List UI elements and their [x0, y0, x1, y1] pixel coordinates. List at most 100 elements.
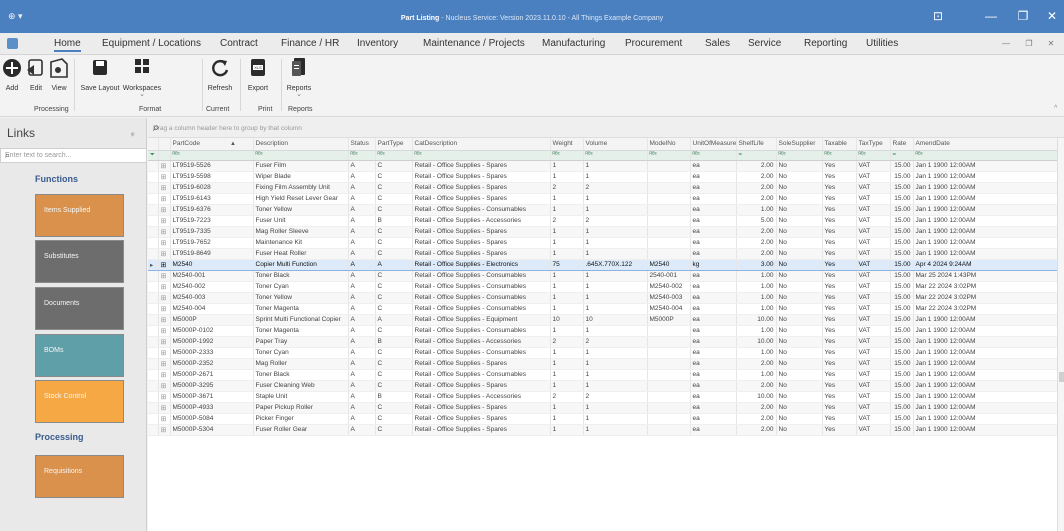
- expand-row-icon[interactable]: ⊞: [158, 413, 171, 425]
- table-row[interactable]: ⊞ M5000P-3295 Fuser Cleaning Web A C Retail -…: [148, 380, 1058, 392]
- table-row[interactable]: ▸ ⊞ M2540 Copier Multi Function A A Retail - O…: [148, 258, 1058, 271]
- menu-inventory[interactable]: Inventory: [357, 38, 398, 49]
- table-row[interactable]: ⊞ LT9519-7335 Mag Roller Sleeve A C Retail - …: [148, 226, 1058, 238]
- table-row[interactable]: ⊞ M5000P-1992 Paper Tray A B Retail - Office …: [148, 336, 1058, 348]
- expand-row-icon[interactable]: ⊞: [158, 281, 171, 293]
- column-header-amenddate[interactable]: AmendDate: [913, 138, 1058, 151]
- column-header-taxtype[interactable]: TaxType: [856, 138, 891, 151]
- menu-procurement[interactable]: Procurement: [625, 38, 682, 49]
- filter-cell-description[interactable]: ᴿᴮᶜ: [253, 150, 349, 161]
- filter-cell-partcode[interactable]: ᴿᴮᶜ: [170, 150, 254, 161]
- expand-row-icon[interactable]: ⊞: [158, 160, 171, 172]
- table-row[interactable]: ⊞ M5000P-5084 Picker Finger A C Retail - Offi…: [148, 413, 1058, 425]
- expand-row-icon[interactable]: ⊞: [158, 215, 171, 227]
- filter-cell-rate[interactable]: =: [890, 150, 914, 161]
- tile-documents[interactable]: Documents: [35, 287, 124, 330]
- vertical-scrollbar[interactable]: [1057, 138, 1064, 531]
- expand-row-icon[interactable]: ⊞: [158, 347, 171, 359]
- save-layout-button[interactable]: Save Layout: [78, 56, 122, 92]
- filter-cell-taxtype[interactable]: ᴿᴮᶜ: [856, 150, 891, 161]
- expand-row-icon[interactable]: ⊞: [158, 204, 171, 216]
- menu-manufacturing[interactable]: Manufacturing: [542, 38, 605, 49]
- grid-search-icon[interactable]: ⌕: [153, 120, 1061, 135]
- menu-maintenance-projects[interactable]: Maintenance / Projects: [423, 38, 525, 49]
- export-button[interactable]: XLS Export: [243, 56, 273, 92]
- minimize-button[interactable]: —: [978, 9, 1004, 23]
- table-row[interactable]: ⊞ M5000P-2352 Mag Roller A C Retail - Office …: [148, 358, 1058, 370]
- table-row[interactable]: ⊞ M2540-002 Toner Cyan A C Retail - Office Su…: [148, 281, 1058, 293]
- expand-row-icon[interactable]: ⊞: [158, 258, 171, 271]
- menu-contract[interactable]: Contract: [220, 38, 258, 49]
- mdi-close-button[interactable]: ✕: [1041, 37, 1061, 51]
- column-header-rate[interactable]: Rate: [890, 138, 914, 151]
- add-button[interactable]: Add: [2, 56, 22, 92]
- expand-row-icon[interactable]: ⊞: [158, 171, 171, 183]
- table-row[interactable]: ⊞ LT9519-6376 Toner Yellow A C Retail - Offic…: [148, 204, 1058, 216]
- refresh-button[interactable]: Refresh: [205, 56, 235, 92]
- expand-row-icon[interactable]: ⊞: [158, 314, 171, 326]
- table-row[interactable]: ⊞ LT9519-5526 Fuser Film A C Retail - Office …: [148, 160, 1058, 172]
- expand-row-icon[interactable]: ⊞: [158, 182, 171, 194]
- column-header-status[interactable]: Status: [348, 138, 376, 151]
- scrollbar-thumb[interactable]: [1059, 372, 1064, 382]
- expand-row-icon[interactable]: ⊞: [158, 391, 171, 403]
- view-button[interactable]: View: [48, 56, 70, 92]
- table-row[interactable]: ⊞ LT9519-7223 Fuser Unit A B Retail - Office …: [148, 215, 1058, 227]
- tile-requisitions[interactable]: Requisitions: [35, 455, 124, 498]
- tile-boms[interactable]: BOMs: [35, 334, 124, 377]
- tile-items-supplied[interactable]: Items Supplied: [35, 194, 124, 237]
- column-header-taxable[interactable]: Taxable: [822, 138, 857, 151]
- expand-row-icon[interactable]: ⊞: [158, 358, 171, 370]
- expand-row-icon[interactable]: ⊞: [158, 226, 171, 238]
- expand-row-icon[interactable]: ⊞: [158, 237, 171, 249]
- collapse-ribbon-icon[interactable]: ^: [1054, 105, 1057, 112]
- column-header-unitofmeasure[interactable]: UnitOfMeasure: [690, 138, 737, 151]
- menu-service[interactable]: Service: [748, 38, 781, 49]
- close-button[interactable]: ✕: [1039, 9, 1064, 23]
- menu-home[interactable]: Home: [54, 38, 81, 52]
- filter-cell-amenddate[interactable]: ᴿᴮᶜ: [913, 150, 1058, 161]
- expand-row-icon[interactable]: ⊞: [158, 402, 171, 414]
- table-row[interactable]: ⊞ LT9519-5598 Wiper Blade A C Retail - Office…: [148, 171, 1058, 183]
- expand-row-icon[interactable]: ⊞: [158, 325, 171, 337]
- filter-cell-parttype[interactable]: ᴿᴮᶜ: [375, 150, 413, 161]
- expand-row-icon[interactable]: ⊞: [158, 380, 171, 392]
- group-by-panel[interactable]: Drag a column header here to group by th…: [148, 118, 1064, 138]
- expand-row-icon[interactable]: ⊞: [158, 424, 171, 436]
- menu-utilities[interactable]: Utilities: [866, 38, 898, 49]
- maximize-button[interactable]: ❐: [1010, 9, 1036, 23]
- table-row[interactable]: ⊞ M5000P-2671 Toner Black A C Retail - Office…: [148, 369, 1058, 381]
- reports-button[interactable]: Reports ⌄: [284, 56, 314, 98]
- column-header-weight[interactable]: Weight: [550, 138, 584, 151]
- column-header-parttype[interactable]: PartType: [375, 138, 413, 151]
- table-row[interactable]: ⊞ M5000P-2333 Toner Cyan A C Retail - Office …: [148, 347, 1058, 359]
- expand-row-icon[interactable]: ⊞: [158, 336, 171, 348]
- table-row[interactable]: ⊞ M2540-004 Toner Magenta A C Retail - Office…: [148, 303, 1058, 315]
- table-row[interactable]: ⊞ M5000P-5304 Fuser Roller Gear A C Retail - …: [148, 424, 1058, 436]
- table-row[interactable]: ⊞ M2540-003 Toner Yellow A C Retail - Office …: [148, 292, 1058, 304]
- mdi-restore-button[interactable]: ❐: [1019, 37, 1039, 51]
- table-row[interactable]: ⊞ LT9519-7652 Maintenance Kit A C Retail - Of…: [148, 237, 1058, 249]
- filter-cell-unitofmeasure[interactable]: ᴿᴮᶜ: [690, 150, 737, 161]
- expand-row-icon[interactable]: ⊞: [158, 292, 171, 304]
- filter-icon[interactable]: ⏷: [148, 150, 159, 161]
- tile-stock-control[interactable]: Stock Control: [35, 380, 124, 423]
- table-row[interactable]: ⊞ LT9519-6143 High Yield Reset Lever Gear A…: [148, 193, 1058, 205]
- filter-cell-status[interactable]: ᴿᴮᶜ: [348, 150, 376, 161]
- tile-substitutes[interactable]: Substitutes: [35, 240, 124, 283]
- column-header-solesupplier[interactable]: SoleSupplier: [776, 138, 823, 151]
- menu-equipment-locations[interactable]: Equipment / Locations: [102, 38, 201, 49]
- expand-row-icon[interactable]: ⊞: [158, 193, 171, 205]
- filter-cell-weight[interactable]: ᴿᴮᶜ: [550, 150, 584, 161]
- table-row[interactable]: ⊞ M5000P-4933 Paper Pickup Roller A C Retail …: [148, 402, 1058, 414]
- restore-layout-icon[interactable]: ⊡: [925, 9, 951, 23]
- column-header-modelno[interactable]: ModelNo: [647, 138, 691, 151]
- table-row[interactable]: ⊞ M5000P-0102 Toner Magenta A C Retail - Offi…: [148, 325, 1058, 337]
- workspaces-button[interactable]: Workspaces ⌄: [122, 56, 162, 98]
- column-header-catdescription[interactable]: CatDescription: [412, 138, 551, 151]
- menu-sales[interactable]: Sales: [705, 38, 730, 49]
- table-row[interactable]: ⊞ LT9519-6028 Fixing Film Assembly Unit A C R…: [148, 182, 1058, 194]
- menu-finance-hr[interactable]: Finance / HR: [281, 38, 339, 49]
- links-search-input[interactable]: Enter text to search... ⌕: [0, 148, 147, 163]
- filter-cell-taxable[interactable]: ᴿᴮᶜ: [822, 150, 857, 161]
